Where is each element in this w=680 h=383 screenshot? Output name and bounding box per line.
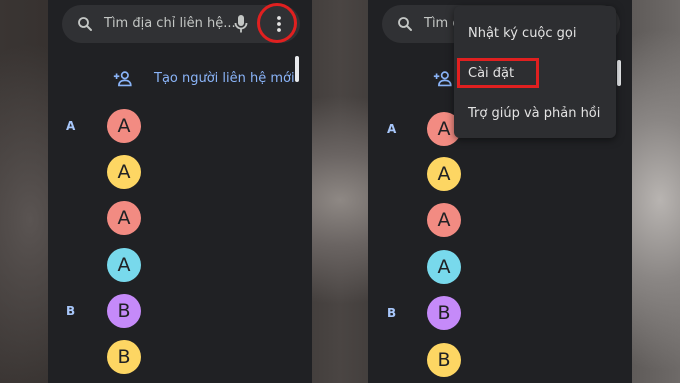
- menu-item-help-feedback[interactable]: Trợ giúp và phản hồi: [468, 106, 600, 121]
- overflow-menu: Nhật ký cuộc gọi Cài đặt Trợ giúp và phả…: [454, 6, 616, 138]
- right-screen: Tìm c A A A A A B B B Nhật ký cuộc gọi C…: [368, 0, 632, 383]
- scrollbar[interactable]: [617, 60, 621, 86]
- create-contact-button[interactable]: Tạo người liên hệ mới: [112, 68, 302, 92]
- contact-avatar[interactable]: B: [427, 343, 461, 377]
- highlight-box: [457, 58, 539, 88]
- mic-icon[interactable]: [234, 14, 248, 34]
- contact-avatar[interactable]: A: [107, 248, 141, 282]
- contact-avatar[interactable]: B: [427, 296, 461, 330]
- contact-avatar[interactable]: A: [427, 157, 461, 191]
- section-letter-a: A: [387, 122, 397, 136]
- contact-avatar[interactable]: A: [107, 109, 141, 143]
- add-person-icon: [433, 71, 452, 87]
- section-letter-b: B: [66, 304, 76, 318]
- section-letter-a: A: [66, 119, 76, 133]
- scrollbar[interactable]: [295, 56, 299, 82]
- section-letter-b: B: [387, 306, 397, 320]
- contact-avatar[interactable]: A: [107, 155, 141, 189]
- contact-avatar[interactable]: A: [427, 250, 461, 284]
- contact-avatar[interactable]: A: [107, 201, 141, 235]
- contact-avatar[interactable]: A: [427, 203, 461, 237]
- contact-avatar[interactable]: B: [107, 340, 141, 374]
- contact-avatar[interactable]: B: [107, 294, 141, 328]
- menu-item-call-history[interactable]: Nhật ký cuộc gọi: [468, 26, 577, 41]
- search-icon: [398, 17, 412, 31]
- add-person-icon: [113, 71, 132, 87]
- create-contact-label: Tạo người liên hệ mới: [154, 71, 295, 86]
- highlight-circle: [257, 3, 297, 43]
- search-icon: [78, 17, 92, 31]
- left-screen: Tìm địa chỉ liên hệ... Tạo người liên hệ…: [48, 0, 312, 383]
- search-placeholder: Tìm địa chỉ liên hệ...: [104, 16, 236, 31]
